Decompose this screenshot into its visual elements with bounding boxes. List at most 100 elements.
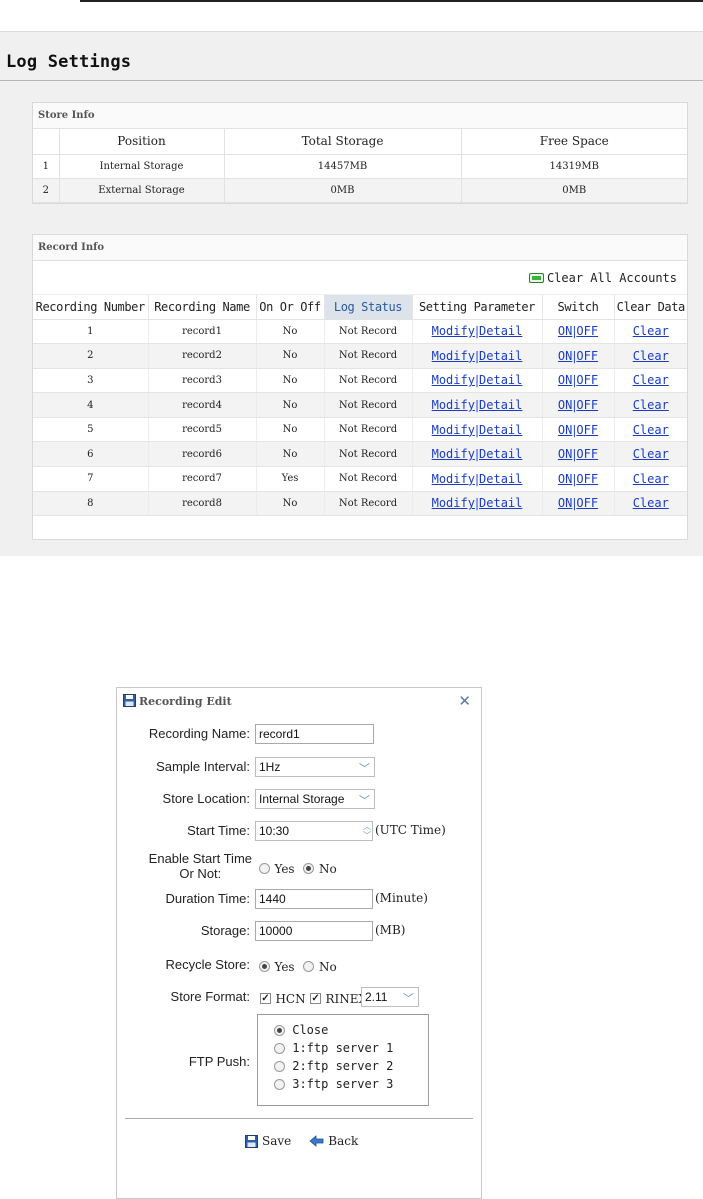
duration-time-input[interactable]: 1440: [255, 889, 373, 909]
store-location-label: Store Location:: [162, 791, 250, 806]
modify-link[interactable]: Modify: [432, 472, 475, 486]
recycle-store-no-radio[interactable]: [303, 961, 315, 973]
off-link[interactable]: OFF: [576, 496, 598, 510]
setting-parameter-cell: Modify|Detail: [412, 466, 543, 492]
detail-link[interactable]: Detail: [479, 472, 522, 486]
modify-link[interactable]: Modify: [432, 324, 475, 338]
enable-start-time-yes-label: Yes: [274, 861, 295, 876]
on-link[interactable]: ON: [558, 423, 572, 437]
setting-parameter-cell: Modify|Detail: [412, 417, 543, 443]
detail-link[interactable]: Detail: [479, 423, 522, 437]
store-location-select[interactable]: Internal Storage ﹀: [255, 789, 375, 809]
detail-link[interactable]: Detail: [479, 324, 522, 338]
sample-interval-select[interactable]: 1Hz ﹀: [255, 757, 375, 777]
modify-link[interactable]: Modify: [432, 349, 475, 363]
back-button[interactable]: Back: [309, 1134, 358, 1148]
clear-link[interactable]: Clear: [633, 373, 669, 387]
clear-link[interactable]: Clear: [633, 423, 669, 437]
floppy-disk-icon: [123, 694, 136, 707]
close-icon[interactable]: ✕: [458, 692, 471, 710]
clear-all-label: Clear All Accounts: [546, 271, 677, 285]
spinner-arrows-icon[interactable]: ︿ ﹀: [363, 822, 371, 840]
ftp-option-server-2[interactable]: 2:ftp server 2: [274, 1059, 428, 1077]
on-link[interactable]: ON: [558, 496, 572, 510]
recycle-store-yes-radio[interactable]: [259, 961, 270, 973]
recording-edit-dialog: Recording Edit ✕ Recording Name: record1…: [116, 687, 482, 1199]
clear-link[interactable]: Clear: [633, 398, 669, 412]
on-link[interactable]: ON: [558, 398, 572, 412]
clear-all-accounts-button[interactable]: Clear All Accounts: [528, 271, 677, 285]
log-status-cell: Not Record: [324, 392, 413, 418]
on-link[interactable]: ON: [558, 373, 572, 387]
setting-parameter-cell: Modify|Detail: [412, 441, 543, 468]
table-row: 5 record5 No Not Record Modify|Detail ON|OFF C…: [33, 417, 687, 443]
ftp-option-label: Close: [292, 1023, 329, 1037]
ftp-option-label: 3:ftp server 3: [292, 1077, 394, 1091]
start-time-value: 10:30: [259, 824, 290, 838]
modify-link[interactable]: Modify: [432, 373, 475, 387]
modify-link[interactable]: Modify: [432, 496, 475, 510]
modify-link[interactable]: Modify: [432, 447, 475, 461]
detail-link[interactable]: Detail: [479, 373, 522, 387]
enable-start-time-no-radio[interactable]: [303, 863, 315, 875]
column-header-on-or-off: On Or Off: [256, 295, 325, 320]
log-status-cell: Not Record: [324, 417, 413, 443]
on-link[interactable]: ON: [558, 324, 572, 338]
clear-all-bar: Clear All Accounts: [33, 261, 687, 295]
ftp-close-radio[interactable]: [274, 1025, 285, 1036]
start-time-input[interactable]: 10:30 ︿ ﹀: [255, 821, 373, 841]
clear-link[interactable]: Clear: [633, 324, 669, 338]
storage-unit: (MB): [375, 923, 406, 937]
modify-link[interactable]: Modify: [432, 398, 475, 412]
on-link[interactable]: ON: [558, 349, 572, 363]
dialog-header: Recording Edit ✕: [117, 688, 481, 714]
off-link[interactable]: OFF: [576, 373, 598, 387]
clear-link[interactable]: Clear: [633, 447, 669, 461]
switch-cell: ON|OFF: [542, 368, 615, 394]
switch-cell: ON|OFF: [542, 343, 615, 369]
ftp-option-label: 1:ftp server 1: [292, 1041, 394, 1055]
modify-link[interactable]: Modify: [432, 423, 475, 437]
recording-number-cell: 3: [33, 368, 149, 394]
on-link[interactable]: ON: [558, 472, 572, 486]
ftp-option-close[interactable]: Close: [274, 1023, 428, 1041]
recording-number-cell: 7: [33, 466, 149, 492]
ftp-server-2-radio[interactable]: [274, 1061, 285, 1072]
column-header-total-storage: Total Storage: [224, 129, 462, 155]
store-info-table: Position Total Storage Free Space 1 Inte…: [33, 129, 687, 203]
clear-link[interactable]: Clear: [633, 349, 669, 363]
ftp-option-server-1[interactable]: 1:ftp server 1: [274, 1041, 428, 1059]
detail-link[interactable]: Detail: [479, 398, 522, 412]
ftp-server-3-radio[interactable]: [274, 1079, 285, 1090]
off-link[interactable]: OFF: [576, 447, 598, 461]
detail-link[interactable]: Detail: [479, 447, 522, 461]
off-link[interactable]: OFF: [576, 472, 598, 486]
clear-link[interactable]: Clear: [633, 472, 669, 486]
off-link[interactable]: OFF: [576, 324, 598, 338]
duration-time-label: Duration Time:: [165, 891, 250, 906]
column-header-log-status[interactable]: Log Status: [324, 295, 413, 320]
enable-start-time-yes-radio[interactable]: [259, 863, 270, 875]
hcn-checkbox[interactable]: ✓: [260, 993, 271, 1005]
ftp-server-1-radio[interactable]: [274, 1043, 285, 1054]
recording-name-input[interactable]: record1: [255, 724, 374, 744]
detail-link[interactable]: Detail: [479, 496, 522, 510]
detail-link[interactable]: Detail: [479, 349, 522, 363]
off-link[interactable]: OFF: [576, 423, 598, 437]
on-or-off-cell: No: [256, 441, 325, 468]
clear-data-cell: Clear: [614, 319, 687, 345]
table-header-row: Position Total Storage Free Space: [33, 129, 687, 155]
save-button[interactable]: Save: [245, 1134, 291, 1148]
log-status-cell: Not Record: [324, 491, 413, 517]
table-row: 6 record6 No Not Record Modify|Detail ON|OFF C…: [33, 441, 687, 468]
recording-name-cell: record1: [148, 319, 257, 345]
on-link[interactable]: ON: [558, 447, 572, 461]
clear-link[interactable]: Clear: [633, 496, 669, 510]
storage-input[interactable]: 10000: [255, 921, 373, 941]
table-row: 4 record4 No Not Record Modify|Detail ON|OFF C…: [33, 392, 687, 418]
rinex-version-select[interactable]: 2.11 ﹀: [361, 987, 419, 1007]
rinex-checkbox[interactable]: ✓: [310, 993, 322, 1005]
ftp-option-server-3[interactable]: 3:ftp server 3: [274, 1077, 428, 1095]
off-link[interactable]: OFF: [576, 398, 598, 412]
off-link[interactable]: OFF: [576, 349, 598, 363]
